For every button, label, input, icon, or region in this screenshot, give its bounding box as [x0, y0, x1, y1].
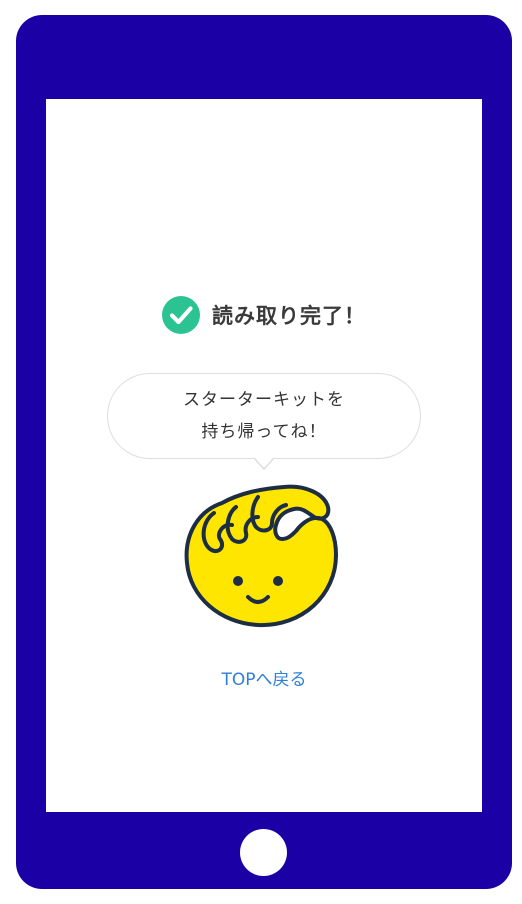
- speech-bubble: スターターキットを 持ち帰ってね！: [107, 373, 421, 459]
- status-title: 読み取り完了！: [212, 304, 366, 328]
- status-row: 読み取り完了！: [46, 295, 482, 335]
- back-to-top-link[interactable]: TOPへ戻る: [46, 665, 482, 690]
- mascot-character: [184, 484, 338, 628]
- speech-bubble-tail: [253, 456, 275, 471]
- screen: 読み取り完了！ スターターキットを 持ち帰ってね！ TOPへ戻る: [46, 99, 482, 812]
- check-circle-icon: [162, 296, 200, 334]
- bubble-line-2: 持ち帰ってね！: [201, 422, 327, 442]
- bubble-line-1: スターターキットを: [183, 390, 345, 410]
- home-button[interactable]: [240, 829, 287, 876]
